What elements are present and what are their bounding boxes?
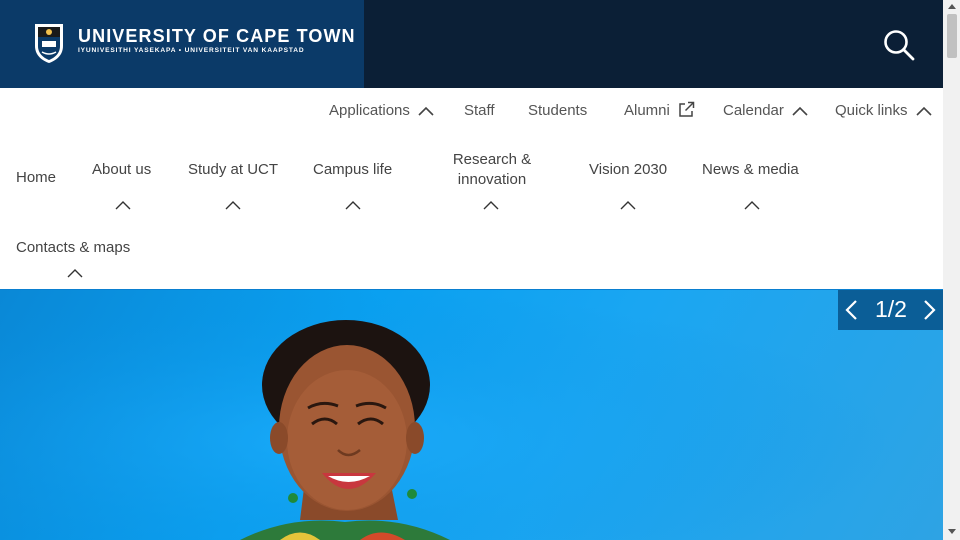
nav-campus-life[interactable]: Campus life [313,160,392,180]
chevron-right-icon[interactable] [922,299,938,321]
nav-research-innovation[interactable]: Research & innovation [447,150,537,190]
utility-nav-alumni[interactable]: Alumni [624,101,695,119]
nav-study-at-uct[interactable]: Study at UCT [188,160,278,180]
scroll-down-arrow-icon[interactable] [948,529,956,534]
search-icon[interactable] [880,26,918,64]
utility-nav-calendar[interactable]: Calendar [723,102,808,119]
university-subtitle: IYUNIVESITHI YASEKAPA • UNIVERSITEIT VAN… [78,47,305,54]
utility-nav-label: Applications [329,102,410,119]
carousel-controls: 1/2 [838,290,943,330]
chevron-up-icon[interactable] [744,200,760,210]
nav-vision-2030[interactable]: Vision 2030 [589,160,667,180]
external-link-icon [679,101,695,117]
nav-label-line: innovation [457,171,527,188]
chevron-up-icon[interactable] [67,268,83,278]
university-crest-icon [35,24,63,63]
chevron-up-icon [792,106,808,116]
utility-nav-label: Students [528,102,588,119]
chevron-up-icon[interactable] [483,200,499,210]
carousel-slide-counter: 1/2 [875,296,907,322]
site-header: UNIVERSITY OF CAPE TOWN IYUNIVESITHI YAS… [0,0,943,88]
utility-nav-label: Calendar [723,102,784,119]
nav-home[interactable]: Home [16,168,56,188]
hero-carousel-slide [0,290,943,540]
chevron-up-icon [418,106,434,116]
nav-contacts-maps[interactable]: Contacts & maps [16,238,130,258]
chevron-up-icon [916,106,932,116]
chevron-up-icon[interactable] [620,200,636,210]
nav-news-media[interactable]: News & media [702,160,799,180]
scroll-up-arrow-icon[interactable] [948,4,956,9]
chevron-left-icon[interactable] [843,299,859,321]
nav-about-us[interactable]: About us [92,160,151,180]
utility-nav-staff[interactable]: Staff [464,102,495,119]
chevron-up-icon[interactable] [345,200,361,210]
utility-nav-applications[interactable]: Applications [329,102,434,119]
page-scrollbar[interactable] [943,0,960,540]
utility-nav-students[interactable]: Students [528,102,587,119]
hero-portrait-image [0,290,943,540]
scrollbar-thumb[interactable] [947,14,957,58]
brand-logo-link[interactable]: UNIVERSITY OF CAPE TOWN IYUNIVESITHI YAS… [0,0,364,88]
nav-label-line: Research & [452,151,532,168]
utility-nav-label: Quick links [835,102,908,119]
utility-nav-quick-links[interactable]: Quick links [835,102,932,119]
chevron-up-icon[interactable] [225,200,241,210]
utility-nav-label: Staff [464,102,495,119]
chevron-up-icon[interactable] [115,200,131,210]
utility-nav-label: Alumni [624,102,670,119]
university-name: UNIVERSITY OF CAPE TOWN [78,26,356,46]
